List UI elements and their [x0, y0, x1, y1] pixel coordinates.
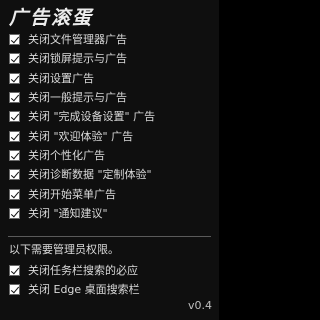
option-lockscreen-tips[interactable]: 关闭锁屏提示与广告 — [9, 49, 214, 68]
option-taskbar-bing-search[interactable]: 关闭任务栏搜索的必应 — [9, 261, 214, 280]
checkbox-checked[interactable] — [9, 53, 20, 65]
option-general-tips[interactable]: 关闭一般提示与广告 — [9, 88, 214, 107]
version-label: v0.4 — [187, 299, 212, 312]
option-label: 关闭一般提示与广告 — [28, 91, 127, 105]
option-label: 关闭 "欢迎体验" 广告 — [28, 129, 134, 143]
option-tailored-experiences[interactable]: 关闭诊断数据 "定制体验" — [9, 165, 214, 184]
option-label: 关闭 "通知建议" — [28, 206, 108, 220]
admin-options-list: 关闭任务栏搜索的必应 关闭 Edge 桌面搜索栏 — [9, 261, 214, 300]
option-label: 关闭开始菜单广告 — [28, 187, 116, 201]
option-label: 关闭诊断数据 "定制体验" — [28, 168, 152, 182]
option-label: 关闭任务栏搜索的必应 — [28, 264, 138, 278]
option-file-manager-ads[interactable]: 关闭文件管理器广告 — [9, 30, 214, 49]
section-divider — [8, 236, 211, 237]
option-label: 关闭 "完成设备设置" 广告 — [28, 110, 156, 124]
option-label: 关闭个性化广告 — [28, 148, 105, 162]
option-settings-ads[interactable]: 关闭设置广告 — [9, 69, 214, 88]
checkbox-checked[interactable] — [9, 149, 20, 161]
option-edge-desktop-search[interactable]: 关闭 Edge 桌面搜索栏 — [9, 280, 214, 299]
admin-required-note: 以下需要管理员权限。 — [9, 243, 119, 256]
option-label: 关闭 Edge 桌面搜索栏 — [28, 283, 140, 297]
checkbox-checked[interactable] — [9, 169, 20, 181]
option-welcome-experience[interactable]: 关闭 "欢迎体验" 广告 — [9, 126, 214, 145]
checkbox-checked[interactable] — [9, 207, 20, 219]
checkbox-checked[interactable] — [9, 265, 20, 277]
app-title: 广告滚蛋 — [9, 7, 94, 29]
checkbox-checked[interactable] — [9, 284, 20, 296]
option-notification-suggestions[interactable]: 关闭 "通知建议" — [9, 204, 214, 223]
checkbox-checked[interactable] — [9, 34, 20, 46]
checkbox-checked[interactable] — [9, 188, 20, 200]
checkbox-checked[interactable] — [9, 130, 20, 142]
checkbox-checked[interactable] — [9, 92, 20, 104]
option-label: 关闭锁屏提示与广告 — [28, 52, 127, 66]
option-label: 关闭设置广告 — [28, 71, 94, 85]
option-label: 关闭文件管理器广告 — [28, 33, 127, 47]
options-list: 关闭文件管理器广告 关闭锁屏提示与广告 关闭设置广告 关闭一般提示与广告 关闭 … — [9, 30, 214, 223]
option-start-menu-ads[interactable]: 关闭开始菜单广告 — [9, 184, 214, 203]
app-window: 广告滚蛋 关闭文件管理器广告 关闭锁屏提示与广告 关闭设置广告 关闭一般提示与广… — [0, 0, 219, 320]
option-finish-device-setup[interactable]: 关闭 "完成设备设置" 广告 — [9, 107, 214, 126]
checkbox-checked[interactable] — [9, 111, 20, 123]
checkbox-checked[interactable] — [9, 72, 20, 84]
option-personalized-ads[interactable]: 关闭个性化广告 — [9, 146, 214, 165]
